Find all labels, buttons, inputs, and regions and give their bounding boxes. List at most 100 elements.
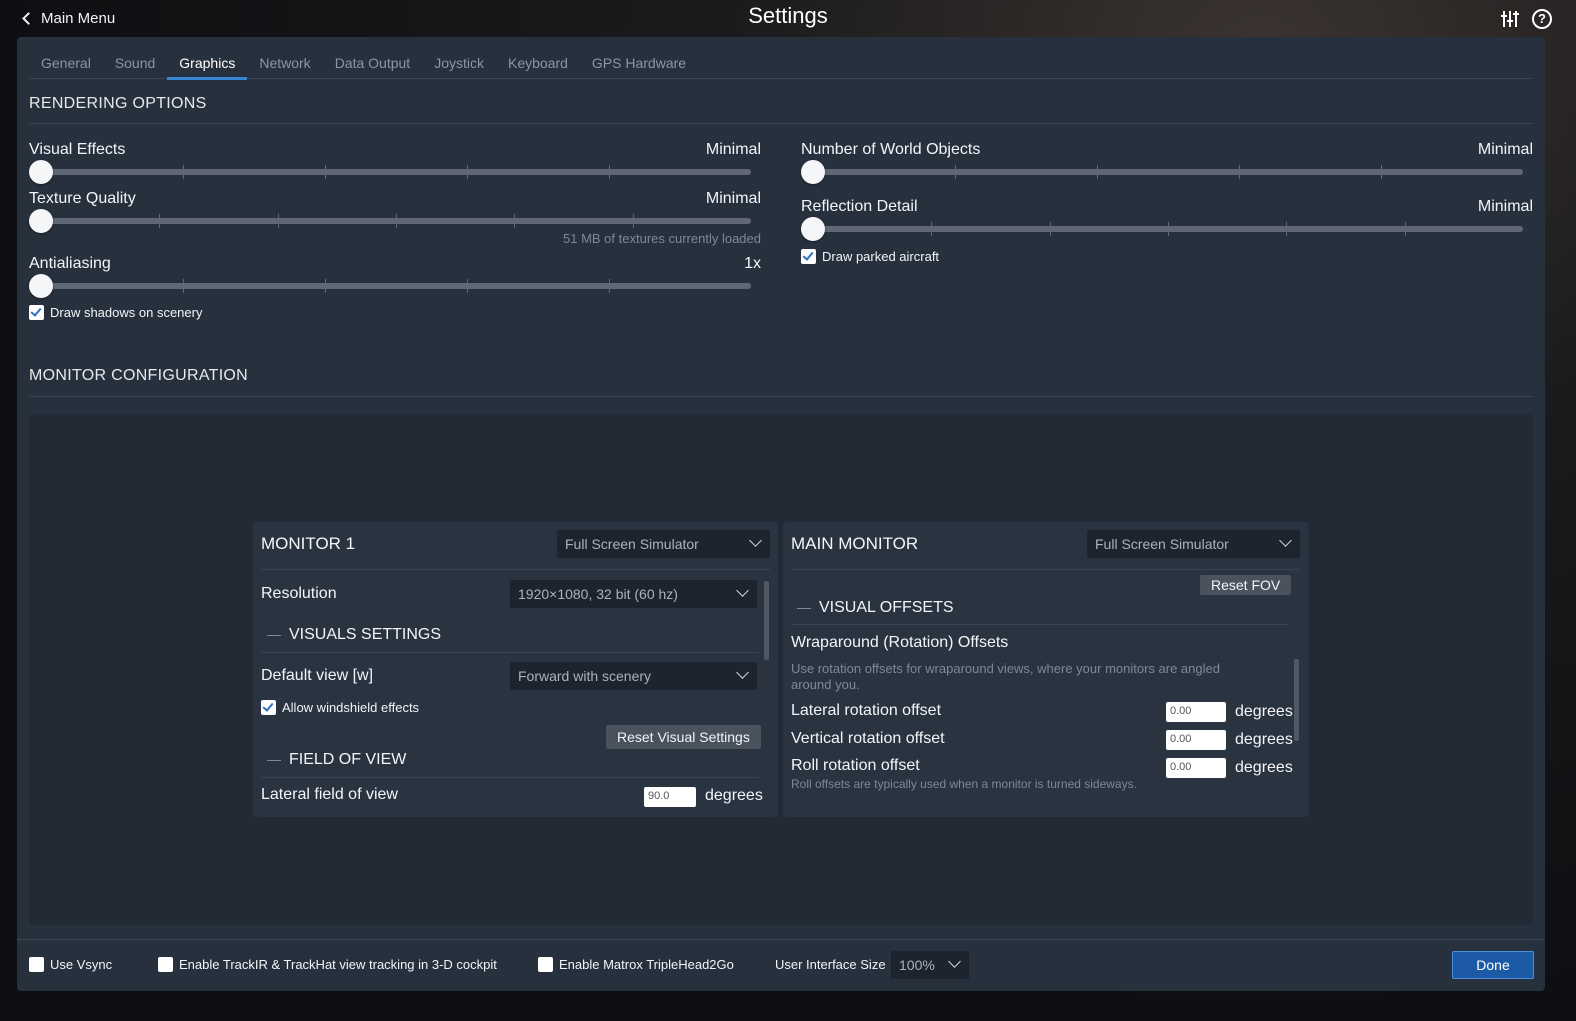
windshield-label: Allow windshield effects: [282, 700, 420, 715]
ui-size-value: 100%: [899, 957, 935, 973]
slider-tick: [183, 279, 184, 293]
texture-quality-row: Texture Quality Minimal: [29, 190, 761, 233]
top-icons: ?: [1500, 9, 1552, 29]
antialiasing-label: Antialiasing: [29, 255, 111, 272]
texture-quality-label: Texture Quality: [29, 190, 136, 207]
slider-thumb[interactable]: [29, 209, 53, 233]
slider-tick: [183, 165, 184, 179]
tab-data-output[interactable]: Data Output: [323, 51, 423, 79]
visual-effects-label: Visual Effects: [29, 141, 126, 158]
divider: [261, 569, 770, 570]
sliders-icon[interactable]: [1500, 9, 1520, 29]
texture-quality-value: Minimal: [705, 190, 761, 207]
checkbox-box[interactable]: [29, 305, 44, 320]
slider-tick: [609, 165, 610, 179]
tab-sound[interactable]: Sound: [103, 51, 167, 79]
antialiasing-value: 1x: [744, 255, 761, 272]
degrees-unit: degrees: [705, 787, 763, 804]
draw-parked-aircraft-checkbox[interactable]: Draw parked aircraft: [801, 249, 939, 264]
slider-tick: [1405, 222, 1406, 236]
tab-gps-hardware[interactable]: GPS Hardware: [580, 51, 698, 79]
tab-joystick[interactable]: Joystick: [422, 51, 496, 79]
scrollbar[interactable]: [764, 581, 769, 660]
visual-effects-row: Visual Effects Minimal: [29, 141, 761, 184]
world-objects-value: Minimal: [1477, 141, 1533, 158]
tab-network[interactable]: Network: [247, 51, 322, 79]
checkbox-box[interactable]: [538, 957, 553, 972]
roll-rotation-input[interactable]: 0.00: [1166, 758, 1226, 778]
checkbox-box[interactable]: [261, 700, 276, 715]
slider-thumb[interactable]: [29, 160, 53, 184]
main-monitor-mode-dropdown[interactable]: Full Screen Simulator: [1087, 530, 1300, 558]
checkbox-box[interactable]: [158, 957, 173, 972]
chevron-down-icon: [948, 955, 961, 968]
visuals-settings-header[interactable]: VISUALS SETTINGS: [267, 626, 441, 644]
visual-offsets-header[interactable]: VISUAL OFFSETS: [797, 599, 954, 617]
resolution-dropdown[interactable]: 1920×1080, 32 bit (60 hz): [510, 580, 757, 608]
degrees-unit: degrees: [1235, 703, 1293, 720]
allow-windshield-checkbox[interactable]: Allow windshield effects: [261, 700, 419, 715]
trackir-checkbox[interactable]: Enable TrackIR & TrackHat view tracking …: [158, 957, 497, 972]
lateral-fov-label: Lateral field of view: [261, 786, 398, 803]
slider-tick: [955, 165, 956, 179]
scrollbar[interactable]: [1294, 659, 1299, 741]
slider-thumb[interactable]: [29, 274, 53, 298]
checkbox-box[interactable]: [801, 249, 816, 264]
visuals-settings-title: VISUALS SETTINGS: [289, 626, 442, 643]
chevron-down-icon: [1279, 534, 1292, 547]
slider-tick: [1381, 165, 1382, 179]
tab-keyboard[interactable]: Keyboard: [496, 51, 580, 79]
slider-tick: [931, 222, 932, 236]
field-of-view-header[interactable]: FIELD OF VIEW: [267, 751, 406, 769]
reflection-detail-slider[interactable]: [801, 217, 1523, 241]
reflection-detail-row: Reflection Detail Minimal: [801, 198, 1533, 241]
slider-tick: [1286, 222, 1287, 236]
slider-tick: [1050, 222, 1051, 236]
slider-tick: [1168, 222, 1169, 236]
rendering-options-title: RENDERING OPTIONS: [29, 95, 207, 112]
divider: [791, 624, 1289, 625]
ui-size-label: User Interface Size: [775, 957, 886, 972]
slider-tick: [278, 214, 279, 228]
texture-memory-note: 51 MB of textures currently loaded: [563, 231, 761, 246]
reset-fov-button[interactable]: Reset FOV: [1200, 575, 1292, 595]
main-monitor-card: MAIN MONITOR Full Screen Simulator Reset…: [783, 522, 1309, 817]
slider-thumb[interactable]: [801, 217, 825, 241]
tab-graphics[interactable]: Graphics: [167, 51, 248, 80]
matrox-checkbox[interactable]: Enable Matrox TripleHead2Go: [538, 957, 734, 972]
antialiasing-slider[interactable]: [29, 274, 751, 298]
visual-effects-slider[interactable]: [29, 160, 751, 184]
draw-shadows-label: Draw shadows on scenery: [50, 305, 203, 320]
done-button[interactable]: Done: [1452, 951, 1534, 979]
draw-shadows-checkbox[interactable]: Draw shadows on scenery: [29, 305, 202, 320]
monitor-1-mode-value: Full Screen Simulator: [565, 536, 699, 552]
matrox-label: Enable Matrox TripleHead2Go: [559, 957, 734, 972]
slider-tick: [609, 279, 610, 293]
checkbox-box[interactable]: [29, 957, 44, 972]
slider-thumb[interactable]: [801, 160, 825, 184]
texture-quality-slider[interactable]: [29, 209, 751, 233]
vertical-rotation-input[interactable]: 0.00: [1166, 730, 1226, 750]
antialiasing-row: Antialiasing 1x: [29, 255, 761, 298]
reset-visual-settings-button[interactable]: Reset Visual Settings: [606, 725, 761, 749]
monitor-1-card: MONITOR 1 Full Screen Simulator Resoluti…: [253, 522, 778, 817]
monitor-1-mode-dropdown[interactable]: Full Screen Simulator: [557, 530, 770, 558]
monitor-configuration-title: MONITOR CONFIGURATION: [29, 367, 249, 384]
monitor-1-title: MONITOR 1: [261, 534, 356, 553]
wraparound-title: Wraparound (Rotation) Offsets: [791, 634, 1009, 651]
lateral-fov-input[interactable]: 90.0: [644, 787, 696, 807]
default-view-dropdown[interactable]: Forward with scenery: [510, 662, 757, 690]
settings-panel: General Sound Graphics Network Data Outp…: [17, 37, 1545, 991]
degrees-unit: degrees: [1235, 759, 1293, 776]
lateral-rotation-input[interactable]: 0.00: [1166, 702, 1226, 722]
help-icon[interactable]: ?: [1532, 9, 1552, 29]
visual-effects-value: Minimal: [705, 141, 761, 158]
use-vsync-checkbox[interactable]: Use Vsync: [29, 957, 112, 972]
tab-general[interactable]: General: [29, 51, 103, 79]
bottom-bar: Use Vsync Enable TrackIR & TrackHat view…: [17, 939, 1545, 991]
slider-tick: [633, 214, 634, 228]
world-objects-row: Number of World Objects Minimal: [801, 141, 1533, 184]
reflection-detail-value: Minimal: [1477, 198, 1533, 215]
ui-size-dropdown[interactable]: 100%: [891, 951, 969, 979]
world-objects-slider[interactable]: [801, 160, 1523, 184]
